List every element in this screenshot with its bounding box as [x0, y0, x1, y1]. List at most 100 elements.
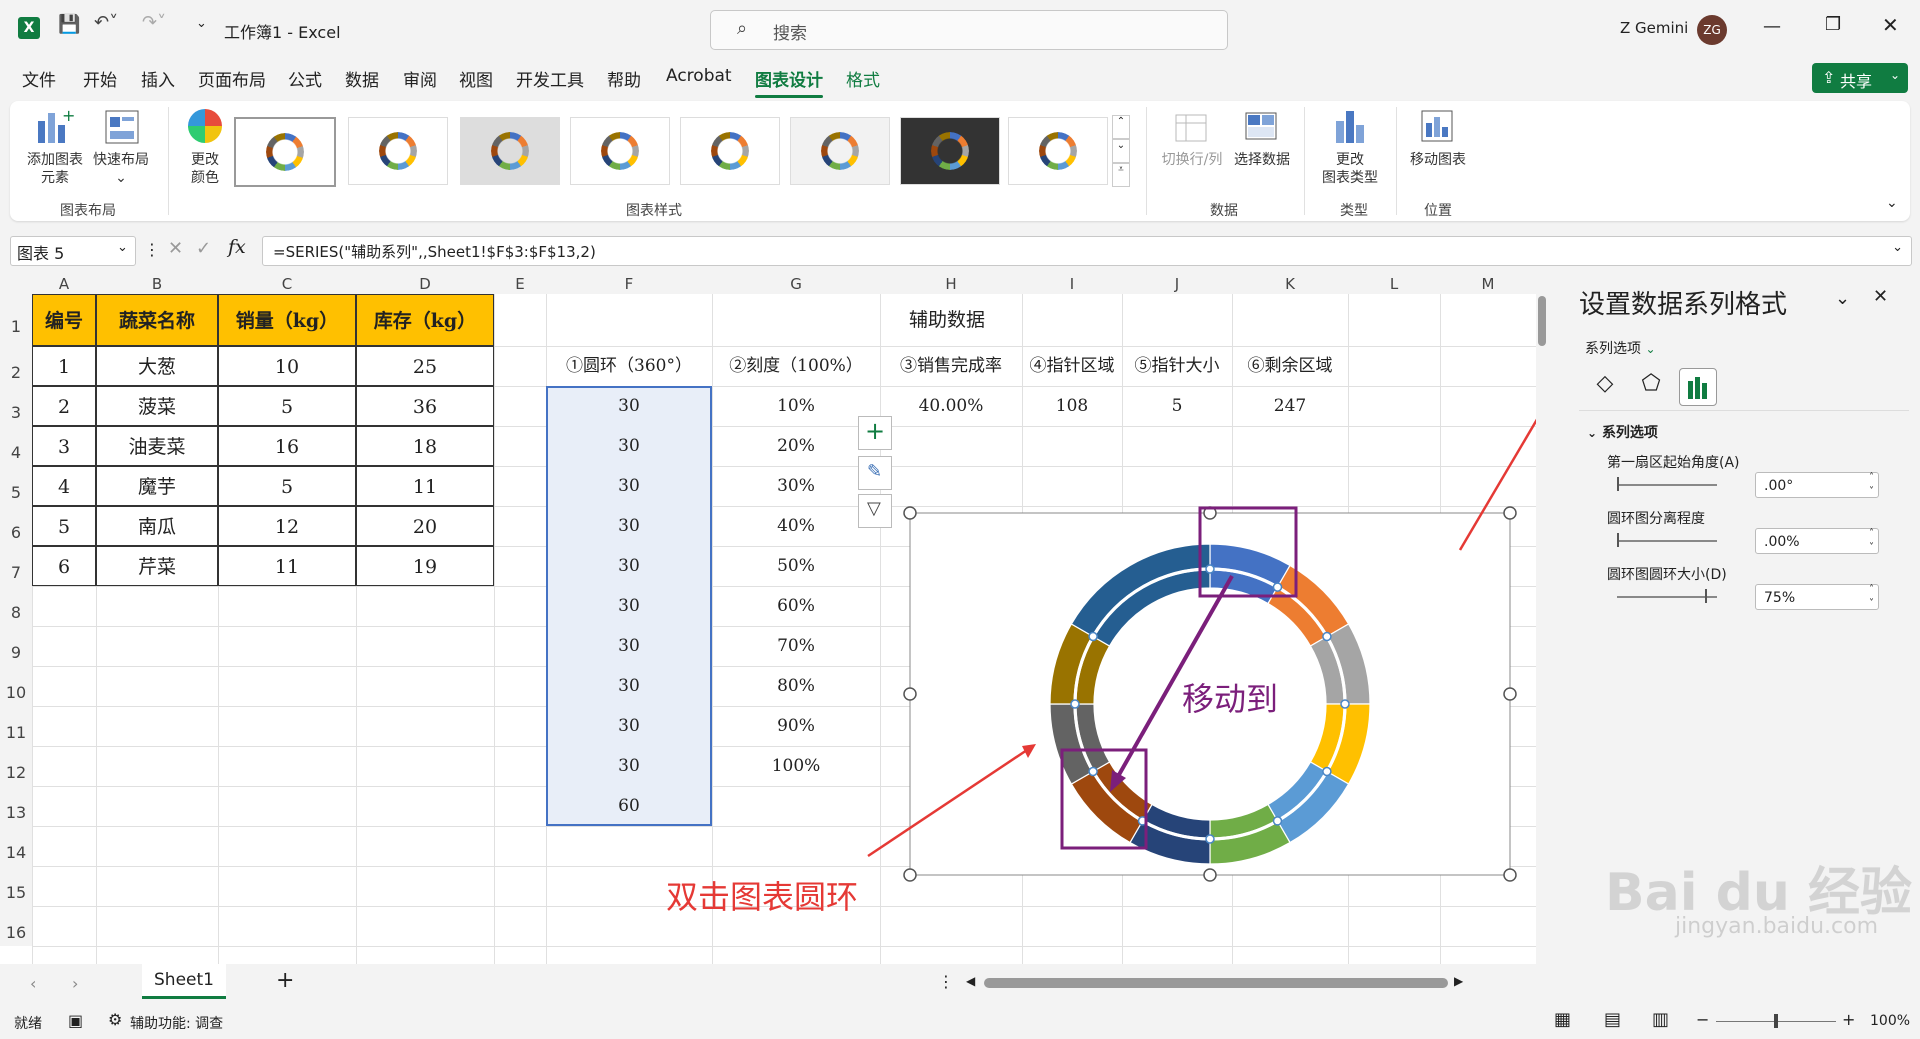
angle-slider-thumb[interactable]	[1617, 477, 1619, 491]
zoom-slider-thumb[interactable]	[1774, 1014, 1778, 1028]
add-sheet-icon[interactable]: +	[276, 968, 294, 993]
horizontal-scrollbar[interactable]	[984, 978, 1448, 988]
tab-page-layout[interactable]: 页面布局	[198, 66, 266, 91]
more-options-icon[interactable]: ⋮	[144, 240, 160, 259]
name-box[interactable]: 图表 5 ⌄	[10, 236, 136, 266]
macro-record-icon[interactable]: ▣	[68, 1011, 83, 1030]
resize-handle[interactable]	[1203, 868, 1217, 882]
search-box[interactable]: ⌕ 搜索	[710, 10, 1228, 50]
chart-style-thumbnail[interactable]	[570, 117, 670, 185]
hole-size-slider[interactable]	[1617, 596, 1717, 598]
angle-slider[interactable]	[1617, 484, 1717, 486]
tab-file[interactable]: 文件	[22, 66, 56, 91]
restore-icon[interactable]: ❐	[1825, 14, 1841, 35]
add-chart-element-button[interactable]: + 添加图表 元素	[24, 107, 83, 191]
angle-spinner[interactable]: .00° ˄ ˅	[1755, 472, 1879, 498]
zoom-level[interactable]: 100%	[1870, 1013, 1910, 1029]
scroll-left-icon[interactable]: ◀	[966, 974, 975, 988]
series-handle[interactable]	[1088, 766, 1098, 777]
worksheet-grid[interactable]: ABCDEFGHIJKLM 1 2 3 4 5 6 7 8 9 10 11 12 13 14 15 16 编号…	[0, 274, 1548, 964]
scroll-right-icon[interactable]: ▶	[1454, 974, 1463, 988]
vertical-scrollbar[interactable]	[1536, 274, 1548, 964]
spinner-arrows-icon[interactable]: ˄ ˅	[1869, 527, 1874, 555]
gallery-scroll-up-icon[interactable]: ⌃	[1112, 115, 1130, 139]
sheet-tab-sheet1[interactable]: Sheet1	[142, 964, 226, 999]
tab-format[interactable]: 格式	[846, 66, 880, 91]
resize-handle[interactable]	[1503, 506, 1517, 520]
donut-chart[interactable]: 移动到 双击图表圆环	[0, 274, 1548, 964]
pane-options-chevron-icon[interactable]: ⌄	[1835, 288, 1850, 309]
chart-styles-button[interactable]: ✎	[858, 456, 892, 490]
switch-row-column-button[interactable]: 切换行/列	[1156, 107, 1228, 191]
qat-more-icon[interactable]: ⌄	[196, 16, 207, 31]
quick-layout-button[interactable]: 快速布局 ⌄	[90, 107, 152, 191]
tab-chart-design[interactable]: 图表设计	[755, 66, 823, 98]
next-sheet-icon[interactable]: ›	[72, 974, 78, 993]
series-handle[interactable]	[1322, 766, 1332, 777]
pane-close-icon[interactable]: ✕	[1873, 286, 1888, 307]
explosion-slider-thumb[interactable]	[1617, 533, 1619, 547]
accessibility-status[interactable]: 辅助功能: 调查	[130, 1013, 223, 1033]
chart-style-thumbnail[interactable]	[460, 117, 560, 185]
change-colors-button[interactable]: 更改 颜色	[182, 107, 228, 191]
resize-handle[interactable]	[903, 868, 917, 882]
tab-formulas[interactable]: 公式	[288, 66, 322, 91]
expand-formula-icon[interactable]: ⌄	[1892, 240, 1903, 255]
avatar[interactable]: ZG	[1697, 15, 1727, 45]
effects-tab-icon[interactable]: ⬠	[1633, 366, 1669, 402]
chart-filters-button[interactable]: ▽	[858, 494, 892, 528]
resize-handle[interactable]	[1503, 687, 1517, 701]
resize-handle[interactable]	[903, 687, 917, 701]
series-handle[interactable]	[1070, 699, 1080, 709]
spinner-arrows-icon[interactable]: ˄ ˅	[1869, 583, 1874, 611]
gallery-scroll-down-icon[interactable]: ⌄	[1112, 139, 1130, 163]
tab-developer[interactable]: 开发工具	[516, 66, 584, 91]
chart-style-thumbnail[interactable]	[900, 117, 1000, 185]
series-handle[interactable]	[1272, 582, 1283, 592]
zoom-out-icon[interactable]: −	[1696, 1010, 1709, 1029]
chart-elements-button[interactable]: +	[858, 416, 892, 450]
tab-view[interactable]: 视图	[459, 66, 493, 91]
chart-style-thumbnail[interactable]	[790, 117, 890, 185]
formula-input[interactable]: =SERIES("辅助系列",,Sheet1!$F$3:$F$13,2) ⌄	[262, 236, 1912, 266]
tab-review[interactable]: 审阅	[403, 66, 437, 91]
undo-icon[interactable]: ↶˅	[94, 12, 118, 33]
page-layout-view-icon[interactable]: ▤	[1604, 1009, 1621, 1030]
normal-view-icon[interactable]: ▦	[1554, 1009, 1571, 1030]
chevron-down-icon[interactable]: ⌄	[117, 240, 128, 255]
insert-function-icon[interactable]: fx	[228, 236, 246, 258]
series-handle[interactable]	[1272, 816, 1283, 826]
enter-icon[interactable]: ✓	[196, 238, 211, 259]
save-icon[interactable]: 💾	[58, 14, 80, 35]
prev-sheet-icon[interactable]: ‹	[30, 974, 36, 993]
section-header-series-options[interactable]: ⌄ 系列选项	[1587, 422, 1658, 442]
collapse-ribbon-icon[interactable]: ⌄	[1886, 195, 1898, 211]
minimize-icon[interactable]: —	[1763, 16, 1781, 37]
series-handle[interactable]	[1340, 699, 1350, 709]
explosion-slider[interactable]	[1617, 540, 1717, 542]
resize-handle[interactable]	[1503, 868, 1517, 882]
redo-icon[interactable]: ↷˅	[142, 12, 166, 33]
hole-size-spinner[interactable]: 75% ˄ ˅	[1755, 584, 1879, 610]
page-break-view-icon[interactable]: ▥	[1652, 1009, 1669, 1030]
gallery-more-icon[interactable]: ⩡	[1112, 163, 1130, 187]
chart-style-thumbnail[interactable]	[348, 117, 448, 185]
series-options-tab-icon[interactable]	[1679, 368, 1717, 406]
tab-split-handle-icon[interactable]: ⋮	[938, 972, 954, 991]
cancel-icon[interactable]: ✕	[168, 238, 183, 259]
fill-line-tab-icon[interactable]: ◇	[1587, 366, 1623, 402]
scroll-thumb[interactable]	[1538, 296, 1546, 346]
resize-handle[interactable]	[903, 506, 917, 520]
tab-acrobat[interactable]: Acrobat	[666, 66, 732, 86]
series-handle[interactable]	[1088, 631, 1098, 642]
tab-data[interactable]: 数据	[345, 66, 379, 91]
chart-style-thumbnail[interactable]	[1008, 117, 1108, 185]
tab-insert[interactable]: 插入	[141, 66, 175, 91]
spinner-arrows-icon[interactable]: ˄ ˅	[1869, 471, 1874, 499]
change-chart-type-button[interactable]: 更改 图表类型	[1314, 107, 1386, 191]
share-button[interactable]: ⇪ 共享 ⌄	[1812, 63, 1908, 93]
select-data-button[interactable]: 选择数据	[1230, 107, 1294, 191]
chart-style-thumbnail[interactable]	[234, 117, 336, 187]
move-chart-button[interactable]: 移动图表	[1402, 107, 1474, 191]
tab-home[interactable]: 开始	[83, 66, 117, 91]
